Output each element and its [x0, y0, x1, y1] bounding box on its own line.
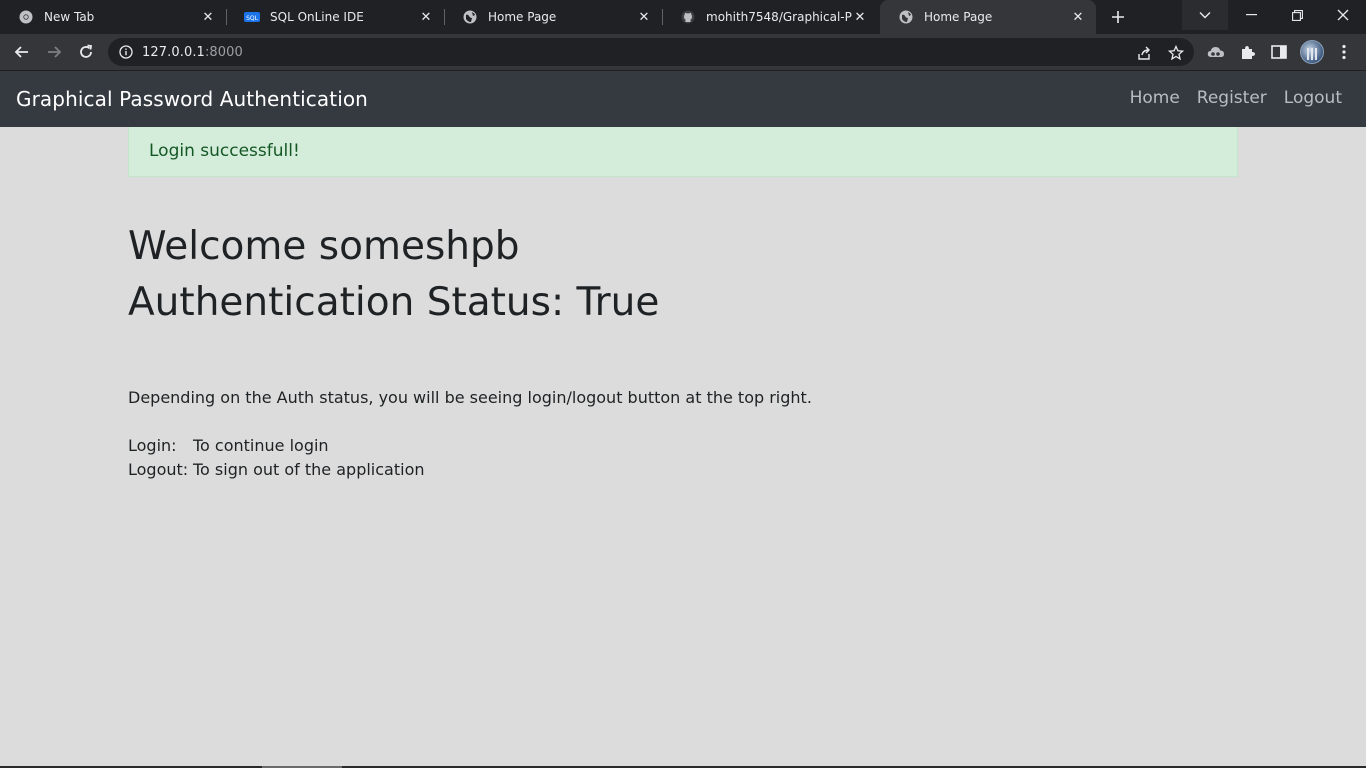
- help-item-logout: Logout: To sign out of the application: [128, 458, 1228, 482]
- tab-home-page[interactable]: Home Page ✕: [444, 0, 662, 34]
- extensions-puzzle-icon[interactable]: [1237, 41, 1259, 63]
- navbar-links: Home Register Logout: [1130, 88, 1342, 108]
- browser-toolbar: 127.0.0.1:8000: [0, 34, 1366, 71]
- github-icon: [680, 9, 696, 25]
- reload-button[interactable]: [71, 37, 101, 67]
- globe-icon: [898, 9, 914, 25]
- chrome-icon: [18, 9, 34, 25]
- tab-title: New Tab: [44, 10, 95, 24]
- success-alert: Login successfull!: [128, 127, 1238, 177]
- tab-github-repo[interactable]: mohith7548/Graphical-Passw ✕: [662, 0, 878, 34]
- restore-button[interactable]: [1274, 0, 1320, 30]
- close-icon: [1337, 9, 1349, 21]
- url-text[interactable]: 127.0.0.1:8000: [142, 45, 243, 60]
- welcome-heading: Welcome someshpb: [128, 224, 520, 269]
- help-text: To continue login: [193, 436, 329, 455]
- plus-icon: [1112, 11, 1124, 23]
- close-icon[interactable]: ✕: [200, 9, 216, 25]
- nav-link-logout[interactable]: Logout: [1284, 88, 1342, 108]
- globe-icon: [462, 9, 478, 25]
- minimize-button[interactable]: [1228, 0, 1274, 30]
- tab-home-page-active[interactable]: Home Page ✕: [880, 0, 1096, 34]
- profile-avatar[interactable]: [1300, 40, 1324, 64]
- navbar-brand[interactable]: Graphical Password Authentication: [16, 87, 368, 111]
- arrow-right-icon: [48, 46, 62, 58]
- nav-link-home[interactable]: Home: [1130, 88, 1180, 108]
- url-port: :8000: [204, 44, 243, 60]
- sql-icon: SQL: [244, 9, 260, 25]
- share-icon[interactable]: [1135, 44, 1153, 62]
- site-navbar: Graphical Password Authentication Home R…: [0, 71, 1366, 127]
- tab-title: SQL OnLine IDE: [270, 10, 364, 24]
- arrow-left-icon: [14, 46, 28, 58]
- chevron-down-icon: [1199, 12, 1211, 19]
- help-key: Login:: [128, 436, 177, 455]
- menu-kebab-icon[interactable]: [1333, 41, 1355, 63]
- address-bar[interactable]: 127.0.0.1:8000: [108, 38, 1194, 66]
- alert-message: Login successfull!: [149, 141, 300, 161]
- bookmark-star-icon[interactable]: [1167, 44, 1185, 62]
- close-window-button[interactable]: [1320, 0, 1366, 30]
- side-panel-icon[interactable]: [1268, 41, 1290, 63]
- auth-status-heading: Authentication Status: True: [128, 280, 660, 325]
- svg-text:SQL: SQL: [246, 15, 259, 22]
- help-list: Login: To continue login Logout: To sign o…: [128, 434, 1228, 482]
- tab-title: Home Page: [924, 10, 993, 24]
- help-item-login: Login: To continue login: [128, 434, 1228, 458]
- url-host: 127.0.0.1: [142, 44, 205, 60]
- close-icon[interactable]: ✕: [418, 9, 434, 25]
- close-icon[interactable]: ✕: [1070, 9, 1086, 25]
- forward-button[interactable]: [39, 37, 69, 67]
- nav-link-register[interactable]: Register: [1197, 88, 1267, 108]
- help-text: To sign out of the application: [193, 460, 425, 479]
- tab-search-button[interactable]: [1182, 0, 1228, 30]
- minimize-icon: [1245, 14, 1257, 16]
- tab-sql-online-ide[interactable]: SQL SQL OnLine IDE ✕: [226, 0, 444, 34]
- close-icon[interactable]: ✕: [852, 9, 868, 25]
- restore-icon: [1291, 9, 1303, 21]
- tab-title: mohith7548/Graphical-Passw: [706, 10, 852, 24]
- info-icon[interactable]: [119, 45, 133, 59]
- tab-new-tab[interactable]: New Tab ✕: [0, 0, 226, 34]
- reload-icon: [80, 44, 93, 58]
- help-key: Logout:: [128, 460, 189, 479]
- browser-tab-strip: New Tab ✕ SQL SQL OnLine IDE ✕ Home Page…: [0, 0, 1366, 34]
- tab-title: Home Page: [488, 10, 557, 24]
- new-tab-button[interactable]: [1104, 3, 1132, 31]
- main-content: Welcome someshpb Authentication Status: …: [128, 219, 1228, 482]
- close-icon[interactable]: ✕: [636, 9, 652, 25]
- auth-description: Depending on the Auth status, you will b…: [128, 388, 812, 407]
- extension-cloud-icon[interactable]: [1205, 41, 1227, 63]
- back-button[interactable]: [7, 37, 37, 67]
- web-page: Graphical Password Authentication Home R…: [0, 71, 1366, 768]
